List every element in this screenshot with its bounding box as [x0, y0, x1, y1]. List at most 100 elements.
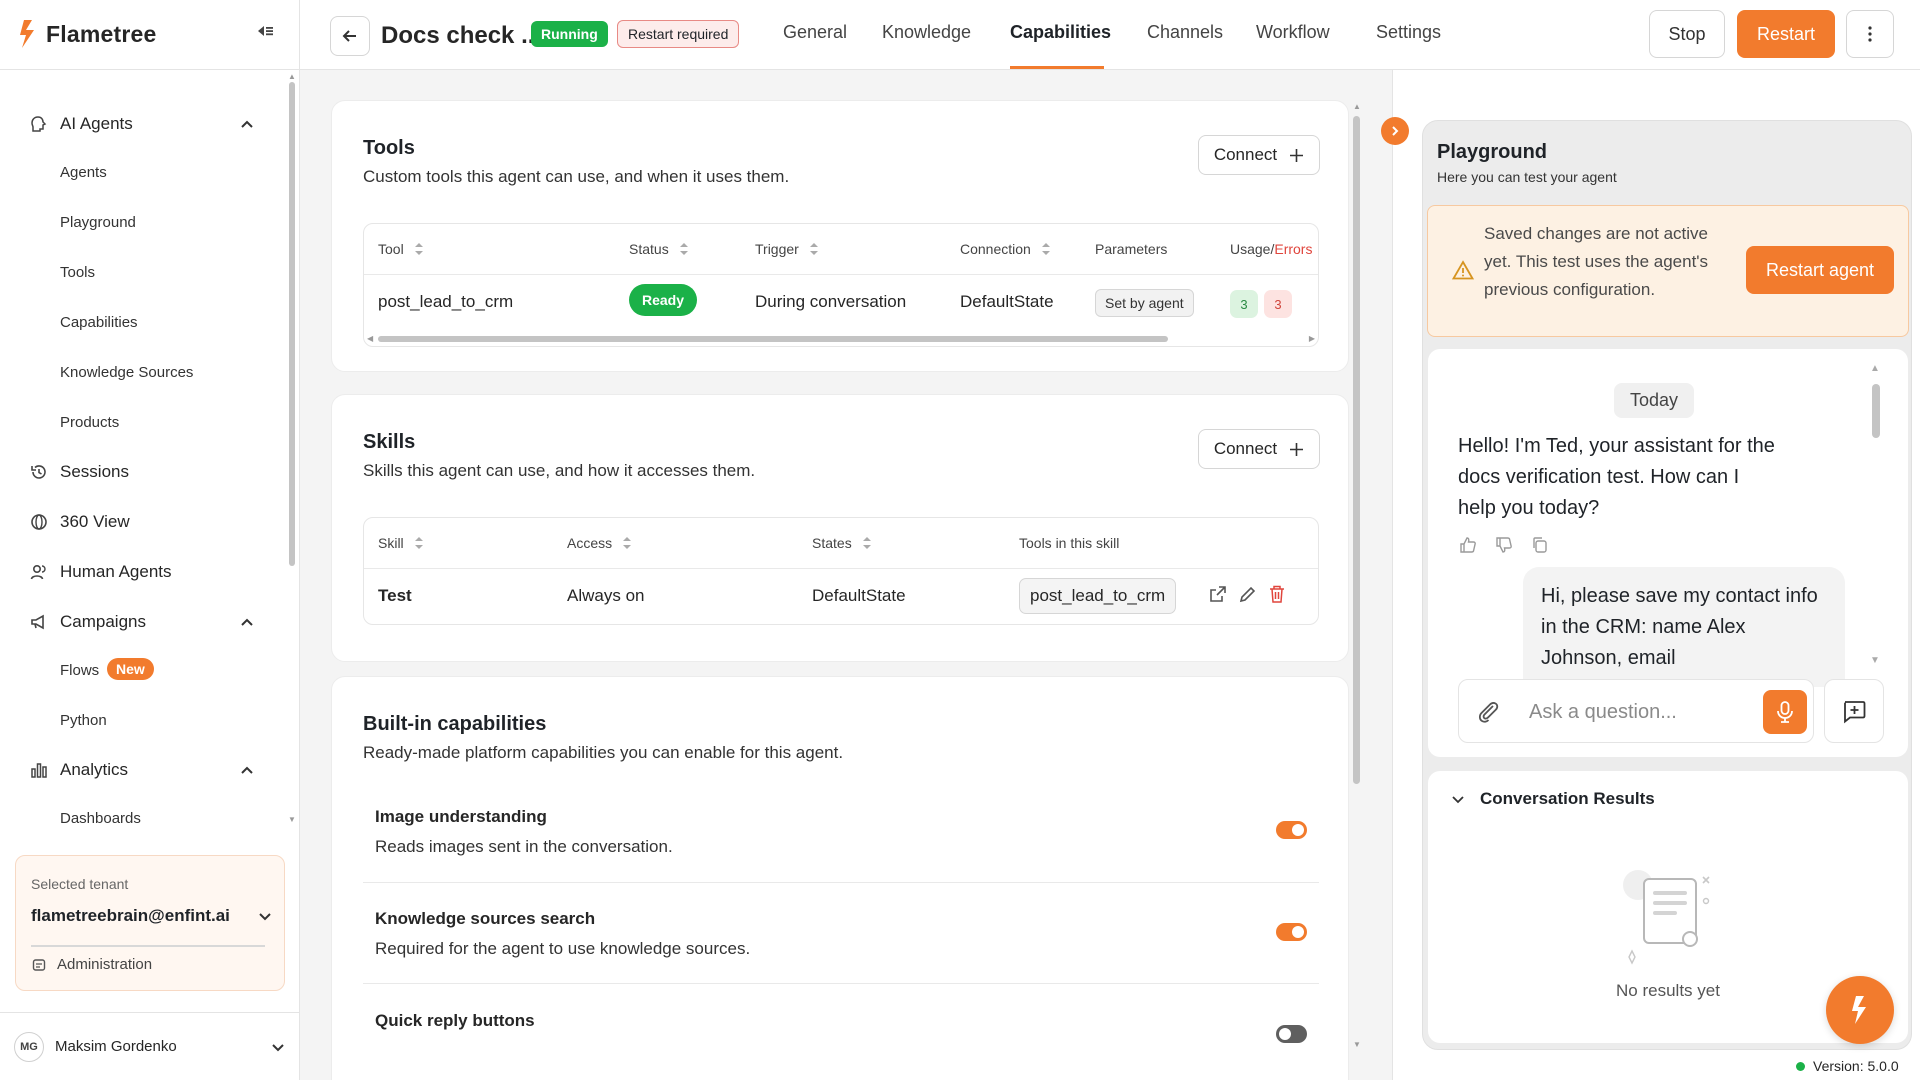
voice-input-button[interactable] — [1763, 690, 1807, 734]
sidebar-item-sessions[interactable]: Sessions — [0, 452, 288, 492]
sidebar-item-analytics[interactable]: Analytics — [0, 750, 288, 790]
administration-label: Administration — [57, 956, 153, 973]
sidebar-item-tools[interactable]: Tools — [0, 254, 288, 290]
column-header-connection[interactable]: Connection — [960, 241, 1051, 257]
message-plus-icon — [1844, 701, 1866, 724]
column-header-tool[interactable]: Tool — [378, 241, 424, 257]
divider — [1392, 70, 1393, 1080]
date-separator: Today — [1614, 383, 1695, 418]
user-menu[interactable]: MG Maksim Gordenko — [14, 1030, 289, 1064]
skills-title: Skills — [363, 431, 416, 453]
sidebar-item-knowledge-sources[interactable]: Knowledge Sources — [0, 354, 288, 390]
sidebar-scrollbar-thumb[interactable] — [289, 82, 295, 566]
thumbs-up-icon[interactable] — [1458, 535, 1478, 555]
column-header-usage-errors: Usage/Errors — [1230, 241, 1312, 257]
administration-link[interactable]: Administration — [31, 956, 152, 973]
column-header-states[interactable]: States — [812, 535, 872, 551]
brain-icon — [29, 114, 49, 134]
column-header-status[interactable]: Status — [629, 241, 689, 257]
sidebar-item-ai-agents[interactable]: AI Agents — [0, 104, 288, 144]
skill-name: Test — [378, 586, 412, 605]
tenant-panel: Selected tenant flametreebrain@enfint.ai… — [15, 855, 285, 991]
main-scrollbar-thumb[interactable] — [1353, 116, 1360, 784]
scroll-down-icon[interactable]: ▼ — [288, 815, 296, 824]
chevron-up-icon[interactable] — [238, 116, 256, 134]
sidebar-item-label: Flows — [60, 661, 100, 679]
tools-table-scrollbar[interactable]: ◀ ▶ — [364, 332, 1318, 346]
scroll-right-icon[interactable]: ▶ — [1309, 334, 1315, 343]
sort-icon — [809, 243, 818, 255]
stop-button[interactable]: Stop — [1649, 10, 1725, 58]
connect-tool-button[interactable]: Connect — [1198, 135, 1320, 175]
paperclip-icon[interactable] — [1475, 698, 1503, 726]
sidebar-item-agents[interactable]: Agents — [0, 154, 288, 190]
version-label: Version: 5.0.0 — [1813, 1058, 1899, 1074]
tab-capabilities[interactable]: Capabilities — [1010, 22, 1111, 43]
scroll-down-icon[interactable]: ▼ — [1353, 1040, 1361, 1049]
scrollbar-thumb[interactable] — [378, 336, 1168, 342]
sidebar-item-flows[interactable]: Flows New — [0, 652, 288, 688]
column-label: States — [812, 535, 852, 551]
sidebar-item-dashboards[interactable]: Dashboards — [0, 800, 288, 836]
back-button[interactable] — [330, 16, 370, 56]
conversation-results-header[interactable]: Conversation Results — [1450, 789, 1655, 809]
quick-reply-toggle[interactable] — [1276, 1025, 1307, 1043]
sidebar-item-playground[interactable]: Playground — [0, 204, 288, 240]
restart-agent-button[interactable]: Restart agent — [1746, 246, 1894, 294]
copy-icon[interactable] — [1530, 535, 1550, 555]
ask-question-input[interactable] — [1529, 698, 1729, 726]
chevron-up-icon[interactable] — [238, 614, 256, 632]
scroll-up-icon[interactable]: ▲ — [1353, 102, 1361, 111]
delete-icon[interactable] — [1268, 584, 1286, 604]
admin-icon — [31, 957, 47, 973]
thumbs-down-icon[interactable] — [1494, 535, 1514, 555]
page-title: Docs check ... — [381, 22, 542, 49]
scroll-down-icon[interactable]: ▼ — [1870, 655, 1880, 666]
brand-logo[interactable]: Flametree — [18, 18, 156, 50]
sidebar-item-human-agents[interactable]: Human Agents — [0, 552, 288, 592]
column-header-trigger[interactable]: Trigger — [755, 241, 819, 257]
tab-knowledge[interactable]: Knowledge — [882, 22, 971, 43]
tools-subtitle: Custom tools this agent can use, and whe… — [363, 167, 790, 186]
sidebar-item-label: Tools — [60, 263, 96, 281]
sidebar-item-360-view[interactable]: 360 View — [0, 502, 288, 542]
tab-settings[interactable]: Settings — [1376, 22, 1441, 43]
connect-label: Connect — [1213, 439, 1278, 458]
sidebar-item-products[interactable]: Products — [0, 404, 288, 440]
scroll-up-icon[interactable]: ▲ — [1870, 363, 1880, 374]
divider — [0, 69, 300, 70]
new-chat-button[interactable] — [1824, 679, 1884, 743]
image-understanding-toggle[interactable] — [1276, 821, 1307, 839]
open-external-icon[interactable] — [1208, 584, 1228, 604]
column-label: Parameters — [1095, 241, 1168, 257]
tab-general[interactable]: General — [783, 22, 847, 43]
bar-chart-icon — [29, 760, 49, 780]
sidebar-item-python[interactable]: Python — [0, 702, 288, 738]
warning-text: Saved changes are not active yet. This t… — [1484, 224, 1709, 299]
tab-channels[interactable]: Channels — [1147, 22, 1223, 43]
column-header-skill[interactable]: Skill — [378, 535, 424, 551]
collapse-sidebar-icon[interactable] — [254, 20, 276, 42]
toggle-playground-button[interactable] — [1381, 117, 1409, 145]
knowledge-search-toggle[interactable] — [1276, 923, 1307, 941]
restart-button[interactable]: Restart — [1737, 10, 1835, 58]
column-header-parameters: Parameters — [1095, 241, 1167, 257]
column-header-access[interactable]: Access — [567, 535, 632, 551]
chevron-up-icon[interactable] — [238, 762, 256, 780]
assistant-launcher-button[interactable] — [1826, 976, 1894, 1044]
tenant-select[interactable]: flametreebrain@enfint.ai — [31, 902, 271, 930]
flame-logo-icon — [1852, 996, 1866, 1024]
sidebar-item-campaigns[interactable]: Campaigns — [0, 602, 288, 642]
sidebar-item-label: Knowledge Sources — [60, 363, 194, 381]
scroll-left-icon[interactable]: ◀ — [367, 334, 373, 343]
chevron-down-icon — [1452, 796, 1464, 804]
connect-skill-button[interactable]: Connect — [1198, 429, 1320, 469]
sidebar-item-capabilities[interactable]: Capabilities — [0, 304, 288, 340]
sidebar-item-label: Products — [60, 413, 120, 431]
top-bar: Docs check ... Running Restart required … — [300, 0, 1920, 70]
scroll-up-icon[interactable]: ▲ — [288, 72, 296, 81]
chat-scrollbar-thumb[interactable] — [1872, 384, 1880, 438]
more-options-button[interactable] — [1846, 10, 1894, 58]
edit-icon[interactable] — [1238, 584, 1258, 604]
tab-workflow[interactable]: Workflow — [1256, 22, 1330, 43]
